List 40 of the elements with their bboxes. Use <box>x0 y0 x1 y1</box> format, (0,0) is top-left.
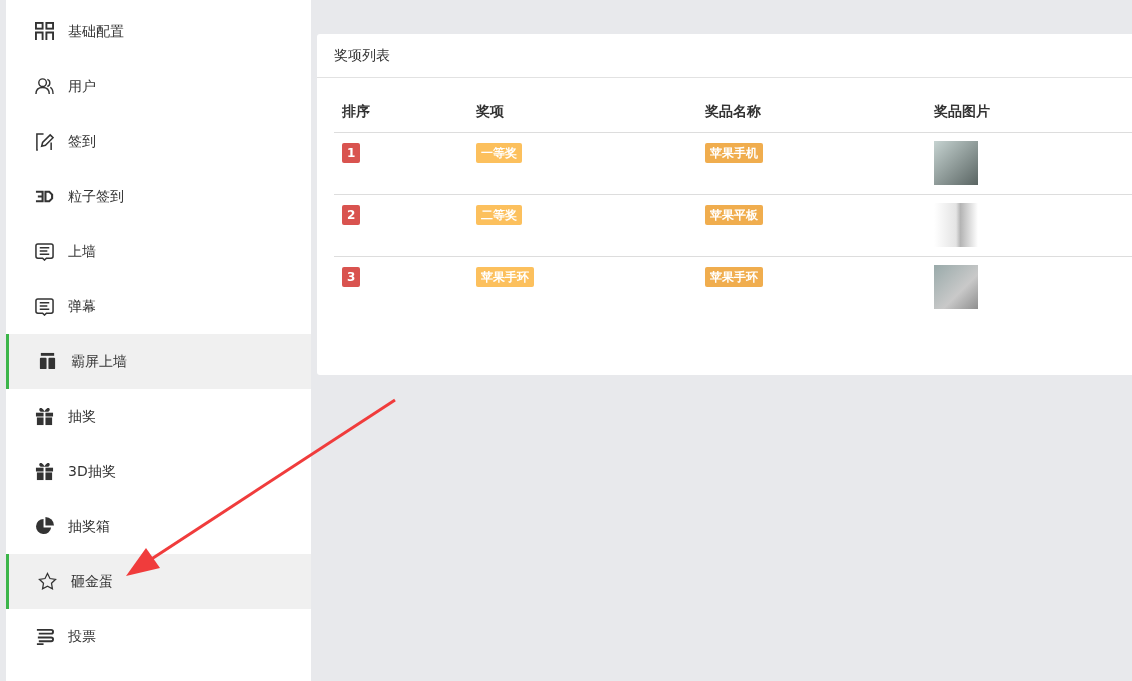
sidebar-item[interactable]: 砸金蛋 <box>6 554 311 609</box>
prize-name-tag: 苹果手机 <box>705 143 763 163</box>
sidebar-item[interactable]: 投票 <box>6 609 311 664</box>
gift-icon <box>35 462 54 481</box>
pie-chart-icon <box>35 517 54 536</box>
column-header: 奖品名称 <box>697 92 926 133</box>
prize-name-tag: 苹果平板 <box>705 205 763 225</box>
sidebar-item[interactable]: 抽奖箱 <box>6 499 311 554</box>
gift-icon <box>35 407 54 426</box>
sidebar-item[interactable]: 弹幕 <box>6 279 311 334</box>
sidebar-item[interactable]: 抽奖 <box>6 389 311 444</box>
prize-tag: 一等奖 <box>476 143 522 163</box>
rank-badge: 1 <box>342 143 361 163</box>
rank-badge: 3 <box>342 267 361 287</box>
card-title: 奖项列表 <box>334 46 390 65</box>
column-header: 奖项 <box>468 92 697 133</box>
photo-placeholder <box>934 203 978 247</box>
prize-tag: 二等奖 <box>476 205 522 225</box>
photo-placeholder <box>934 141 978 185</box>
rank-badge: 2 <box>342 205 361 225</box>
message-icon <box>35 297 54 316</box>
sidebar-item[interactable]: 基础配置 <box>6 4 311 59</box>
sidebar-item[interactable]: 签到 <box>6 114 311 169</box>
prize-tag: 苹果手环 <box>476 267 534 287</box>
list-icon <box>35 627 54 646</box>
edit-icon <box>35 132 54 151</box>
photo-placeholder <box>934 265 978 309</box>
sidebar-item[interactable]: 上墙 <box>6 224 311 279</box>
users-icon <box>35 77 54 96</box>
grid-icon <box>35 22 54 41</box>
sidebar-item[interactable]: 霸屏上墙 <box>6 334 311 389</box>
sidebar-item[interactable]: 3D抽奖 <box>6 444 311 499</box>
prize-name-tag: 苹果手环 <box>705 267 763 287</box>
sidebar-item[interactable]: 用户 <box>6 59 311 114</box>
sidebar-item[interactable]: 粒子签到 <box>6 169 311 224</box>
column-header: 奖品图片 <box>926 92 1132 133</box>
star-icon <box>38 572 57 591</box>
column-header: 排序 <box>334 92 468 133</box>
ornament-icon <box>38 352 57 371</box>
message-icon <box>35 242 54 261</box>
